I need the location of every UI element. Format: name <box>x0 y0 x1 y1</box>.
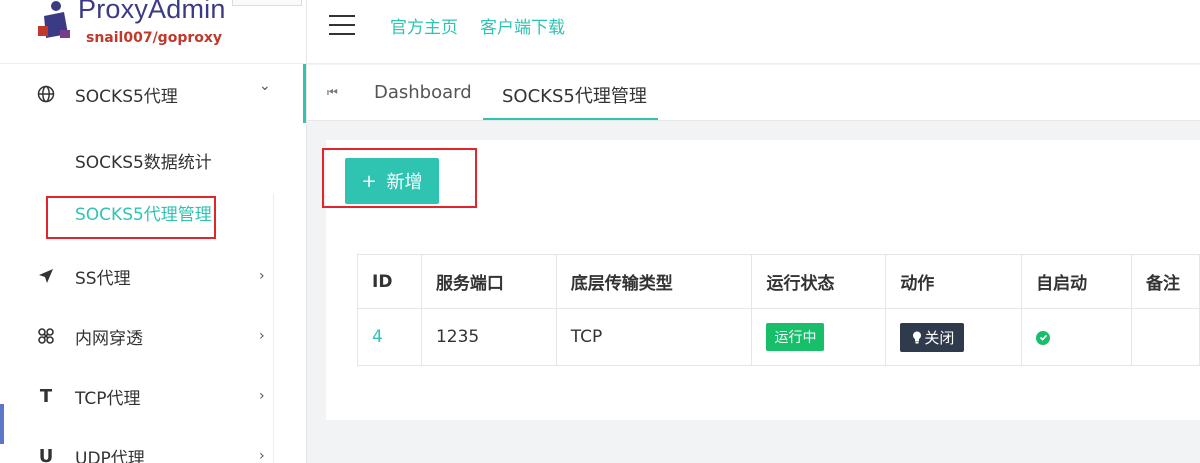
globe-icon <box>36 84 56 104</box>
plus-icon: + <box>361 170 377 192</box>
chevron-right-icon: › <box>259 448 265 463</box>
column-header-transport: 底层传输类型 <box>555 254 753 309</box>
submenu-item-socks5-manage[interactable]: SOCKS5代理管理 <box>75 200 212 225</box>
top-header: 官方主页 客户端下载 <box>307 0 1200 64</box>
column-header-note: 备注 <box>1131 254 1200 309</box>
sidebar-item-label: TCP代理 <box>75 388 141 409</box>
submenu-item-socks5-stats[interactable]: SOCKS5数据统计 <box>75 148 212 173</box>
sidebar-item-tcp[interactable]: T TCP代理 › <box>0 366 305 426</box>
official-site-link[interactable]: 官方主页 <box>390 13 458 38</box>
status-badge: 运行中 <box>766 323 825 351</box>
chevron-right-icon: › <box>259 328 265 344</box>
scroll-marker <box>0 404 4 444</box>
tab-active-underline <box>483 118 658 120</box>
sidebar-item-label: 内网穿透 <box>75 328 143 349</box>
tab-dashboard[interactable]: Dashboard <box>374 82 472 103</box>
cell-status: 运行中 <box>751 308 887 366</box>
client-download-link[interactable]: 客户端下载 <box>480 13 565 38</box>
proxy-table: ID 服务端口 底层传输类型 运行状态 动作 自启动 备注 4 1235 TCP… <box>357 254 1200 366</box>
cell-action: 关闭 <box>885 308 1023 366</box>
menu-toggle-icon[interactable] <box>329 15 355 35</box>
chevron-down-icon: ⌄ <box>259 78 271 94</box>
column-header-action: 动作 <box>885 254 1023 309</box>
sidebar-item-socks5[interactable]: SOCKS5代理 ⌄ <box>0 64 305 124</box>
sidebar-item-label: SS代理 <box>75 268 131 289</box>
logo-icon <box>38 1 70 38</box>
cell-id[interactable]: 4 <box>357 308 422 366</box>
close-button[interactable]: 关闭 <box>900 322 965 352</box>
add-button[interactable]: + 新增 <box>345 158 439 204</box>
cell-port: 1235 <box>420 308 557 366</box>
sidebar-item-intranet[interactable]: 内网穿透 › <box>0 306 305 366</box>
network-icon <box>36 326 56 346</box>
sidebar-item-label: SOCKS5代理 <box>75 86 178 107</box>
tab-socks5-manage[interactable]: SOCKS5代理管理 <box>502 82 647 108</box>
logo-subtitle: snail007/goproxy <box>86 30 223 46</box>
check-circle-icon <box>1036 330 1051 345</box>
send-icon <box>36 266 56 286</box>
sidebar-item-udp[interactable]: U UDP代理 › <box>0 426 305 463</box>
sidebar-item-ss[interactable]: SS代理 › <box>0 246 305 306</box>
table-row: 4 1235 TCP 运行中 关闭 <box>357 308 1200 366</box>
tcp-icon: T <box>39 385 53 407</box>
column-header-port: 服务端口 <box>420 254 557 309</box>
column-header-autostart: 自启动 <box>1021 254 1133 309</box>
sidebar: ProxyAdmin snail007/goproxy SOCKS5代理 ⌄ S… <box>0 0 307 463</box>
logo-title: ProxyAdmin <box>78 0 226 24</box>
chevron-right-icon: › <box>259 388 265 404</box>
bulb-icon <box>913 331 922 343</box>
sidebar-item-label: UDP代理 <box>75 448 145 463</box>
add-button-label: 新增 <box>386 172 423 193</box>
cell-transport: TCP <box>555 308 753 366</box>
udp-icon: U <box>38 445 54 463</box>
chevron-right-icon: › <box>259 268 265 284</box>
column-header-status: 运行状态 <box>751 254 887 309</box>
logo-area[interactable]: ProxyAdmin snail007/goproxy <box>0 0 307 64</box>
tab-prev-icon[interactable]: ⏮ <box>327 85 338 100</box>
column-header-id: ID <box>357 254 422 309</box>
table-header-row: ID 服务端口 底层传输类型 运行状态 动作 自启动 备注 <box>357 254 1200 309</box>
cell-note <box>1131 308 1200 366</box>
active-indicator <box>303 64 306 123</box>
close-button-label: 关闭 <box>924 328 955 347</box>
tab-bar: ⏮ Dashboard SOCKS5代理管理 <box>307 65 1200 121</box>
logo-tag <box>232 0 302 6</box>
cell-autostart <box>1021 308 1133 366</box>
